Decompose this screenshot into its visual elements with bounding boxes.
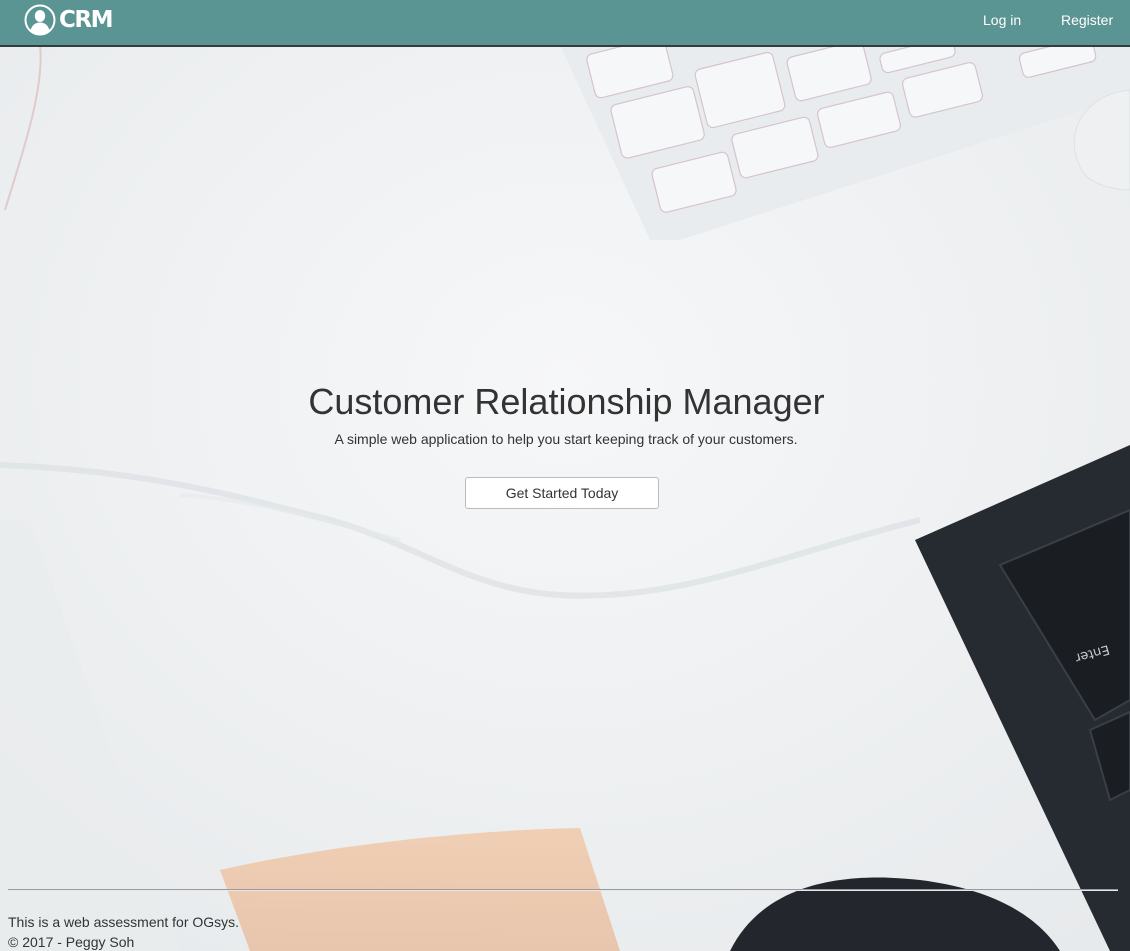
register-link[interactable]: Register (1061, 12, 1113, 28)
page-title: Customer Relationship Manager (308, 381, 825, 422)
hero-subtitle: A simple web application to help you sta… (334, 431, 798, 447)
footer-assessment-text: This is a web assessment for OGsys. (8, 914, 240, 930)
brand-link[interactable]: CRM (24, 4, 113, 36)
user-silhouette-icon (24, 4, 56, 36)
page: Enter CRM Log in Register Customer Relat… (0, 0, 1130, 951)
brand-text: CRM (59, 7, 113, 33)
footer-divider (8, 889, 1118, 891)
get-started-button[interactable]: Get Started Today (465, 477, 659, 509)
login-link[interactable]: Log in (983, 12, 1021, 28)
footer-copyright: © 2017 - Peggy Soh (8, 934, 135, 950)
navbar: CRM Log in Register (0, 0, 1130, 47)
hero-section: Customer Relationship Manager A simple w… (0, 380, 1130, 509)
background-image: Enter (0, 0, 1130, 951)
